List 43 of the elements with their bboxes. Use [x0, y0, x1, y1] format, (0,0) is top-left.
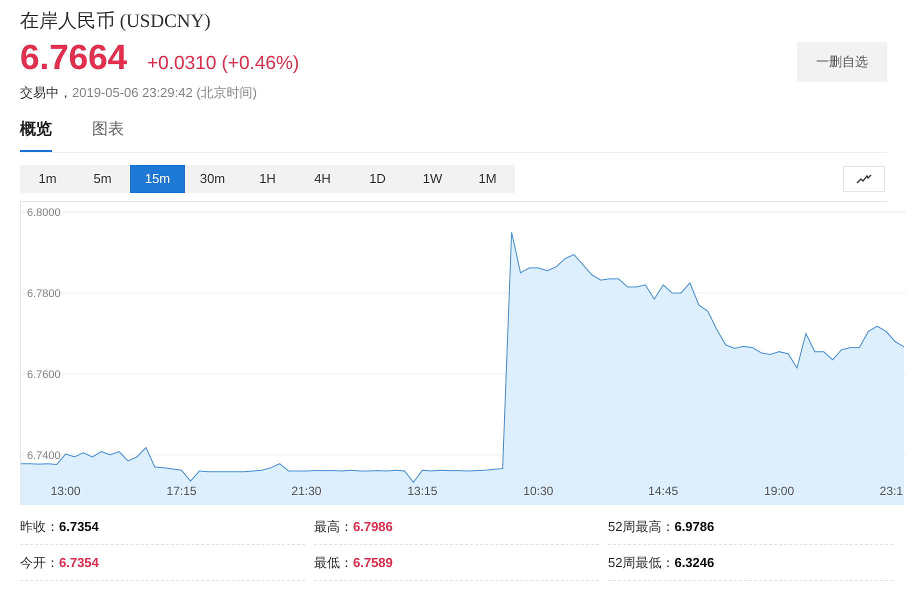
tab[interactable]: 图表	[92, 118, 124, 152]
period-button[interactable]: 1H	[240, 165, 295, 193]
period-button[interactable]: 1D	[350, 165, 405, 193]
stat-label: 52周最高：	[608, 518, 674, 536]
stat-label: 最高：	[314, 518, 353, 536]
stat-value: 6.7589	[353, 554, 393, 572]
price: 6.7664	[20, 40, 128, 76]
timestamp: 2019-05-06 23:29:42 (北京时间)	[72, 84, 257, 102]
trading-status: 交易中，	[20, 84, 72, 102]
price-change: +0.0310 (+0.46%)	[147, 52, 300, 76]
stat-value: 6.7354	[59, 554, 99, 572]
x-axis-label: 23:1	[880, 484, 903, 498]
stat-value: 6.3246	[674, 554, 714, 572]
period-button[interactable]: 4H	[295, 165, 350, 193]
x-axis-label: 21:30	[291, 484, 322, 498]
y-axis-label: 6.7800	[27, 288, 61, 300]
page-title: 在岸人民币 (USDCNY)	[20, 10, 212, 34]
y-axis-label: 6.7600	[27, 368, 61, 381]
stat-value: 6.7986	[353, 518, 393, 536]
stat-value: 6.9786	[674, 518, 714, 536]
stat-label: 今开：	[20, 554, 59, 572]
period-button[interactable]: 1M	[460, 165, 515, 193]
x-axis-label: 19:00	[764, 484, 794, 498]
period-button[interactable]: 1W	[405, 165, 460, 193]
remove-watchlist-button[interactable]: 一删自选	[797, 42, 887, 82]
x-axis-label: 14:45	[648, 484, 678, 498]
tab[interactable]: 概览	[20, 118, 52, 152]
period-button[interactable]: 1m	[20, 165, 75, 193]
y-axis-label: 6.7400	[27, 450, 61, 462]
period-button[interactable]: 15m	[130, 165, 185, 193]
stat-label: 52周最低：	[608, 554, 674, 572]
period-button[interactable]: 5m	[75, 165, 130, 193]
line-chart-icon	[856, 174, 872, 184]
y-axis-label: 6.8000	[27, 207, 61, 220]
x-axis-label: 10:30	[523, 484, 554, 498]
x-axis-label: 13:00	[50, 484, 81, 498]
stat-label: 昨收：	[20, 518, 59, 536]
x-axis-label: 17:15	[166, 484, 197, 498]
stat-label: 最低：	[314, 554, 353, 572]
period-button[interactable]: 30m	[185, 165, 240, 193]
x-axis-label: 13:15	[407, 484, 438, 498]
stat-value: 6.7354	[59, 518, 99, 536]
chart-type-button[interactable]	[843, 166, 885, 192]
